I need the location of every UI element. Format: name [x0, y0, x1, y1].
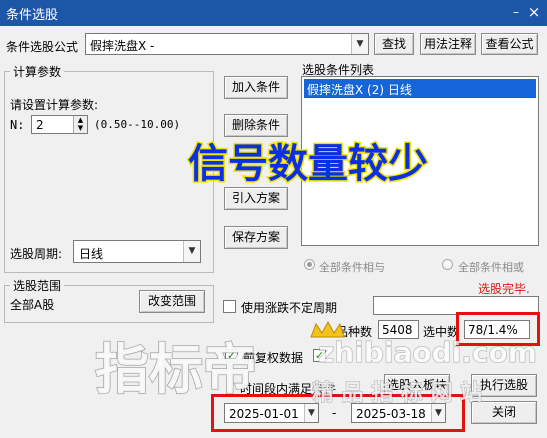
crown-icon — [310, 320, 345, 338]
watermark-big: 指标帝 — [95, 338, 257, 401]
signal-banner: 信号数量较少 — [188, 141, 428, 187]
watermark-sub: 精 品 指 标 网 站 — [312, 380, 482, 406]
watermark-url: zhibiaodi.com — [318, 336, 537, 369]
overlay-layer: 信号数量较少 指标帝 zhibiaodi.com 精 品 指 标 网 站 — [94, 140, 537, 407]
